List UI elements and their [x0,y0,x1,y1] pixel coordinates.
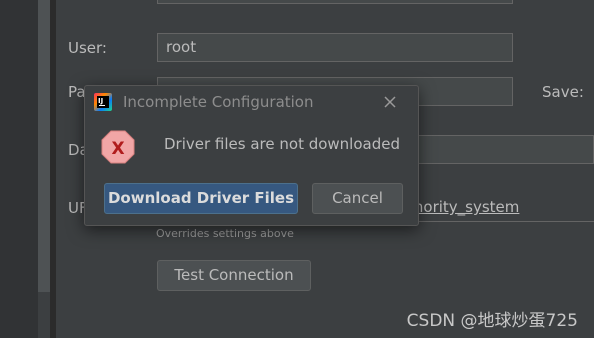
left-sidebar [0,0,38,338]
logo-text: IJ [98,97,104,105]
save-label: Save: [542,83,584,101]
close-icon[interactable] [380,92,400,112]
user-label: User: [68,39,107,57]
error-icon: X [101,130,135,164]
password-label: Pa [68,83,86,101]
incomplete-configuration-dialog: IJ Incomplete Configuration X Driver fil… [84,85,419,226]
test-connection-button[interactable]: Test Connection [157,260,311,291]
dialog-title: Incomplete Configuration [123,93,314,111]
url-field[interactable]: thority_system [408,198,519,216]
host-field[interactable] [157,0,513,4]
cancel-button[interactable]: Cancel [312,183,403,214]
user-field[interactable]: root [157,33,513,62]
panel-divider [50,0,56,338]
database-settings-window: User: root Pa Save: Da UF thority_system… [0,0,594,338]
dialog-message: Driver files are not downloaded [164,135,400,153]
url-hint: Overrides settings above [156,227,294,240]
download-driver-files-button[interactable]: Download Driver Files [104,183,298,214]
error-icon-glyph: X [111,139,124,159]
intellij-logo-icon: IJ [94,93,112,111]
watermark: CSDN @地球炒蛋725 [406,311,578,331]
sidebar-scrollbar[interactable] [38,0,50,292]
